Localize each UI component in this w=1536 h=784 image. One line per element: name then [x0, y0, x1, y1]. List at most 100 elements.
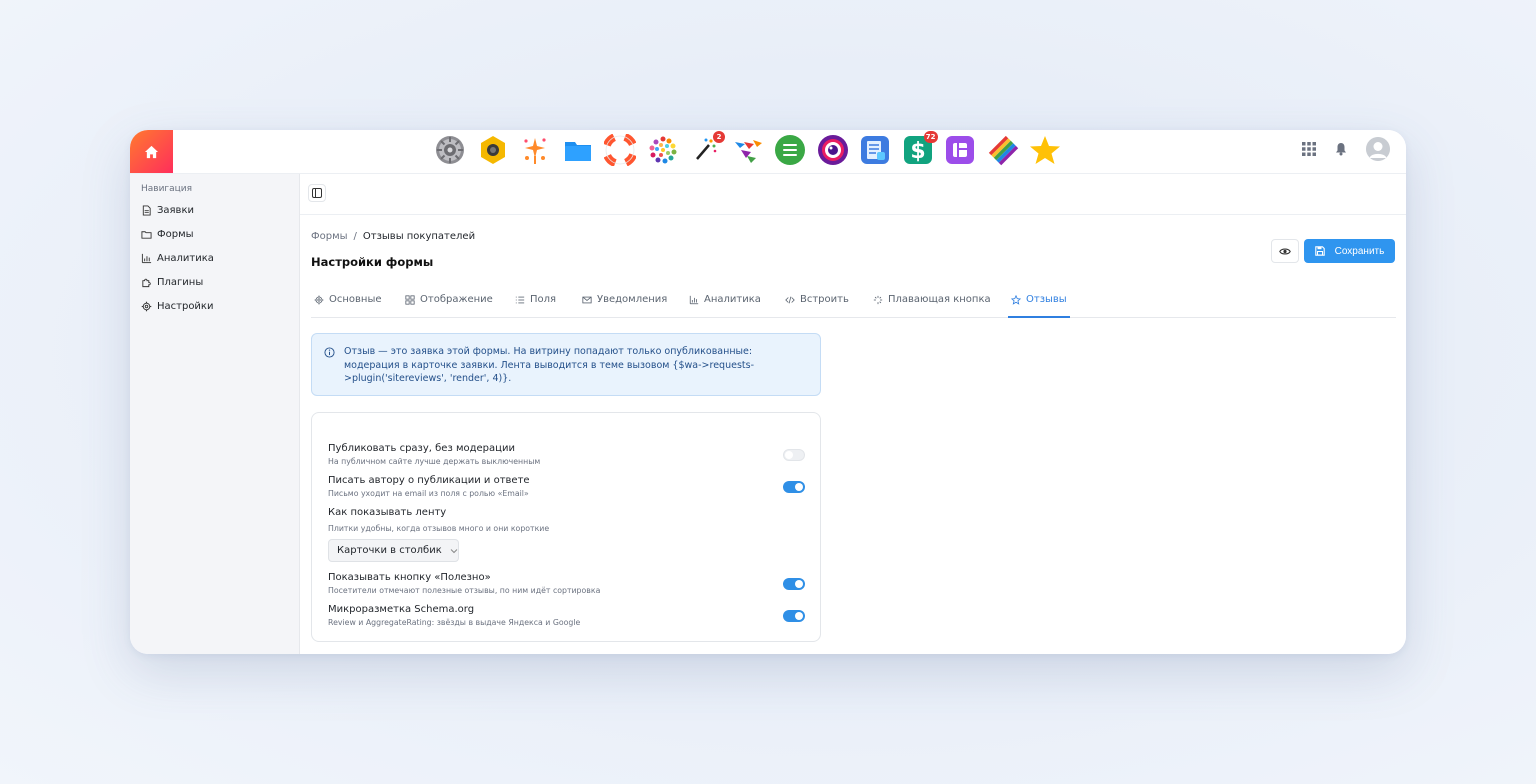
publish-desc: На публичном сайте лучше держать выключе… — [328, 457, 541, 466]
info-icon — [324, 347, 335, 358]
notify-toggle[interactable] — [783, 481, 805, 493]
tab-label: Поля — [530, 294, 557, 305]
breadcrumb: Формы / Отзывы покупателей — [311, 231, 475, 242]
save-button-label: Сохранить — [1334, 245, 1385, 257]
color-dots-app-icon[interactable] — [647, 134, 679, 166]
toggle-sidebar-button[interactable] — [308, 184, 326, 202]
tab-label: Встроить — [800, 294, 849, 305]
feed-title: Как показывать ленту — [328, 507, 447, 518]
chevron-down-icon — [450, 548, 458, 553]
tab-fields[interactable]: Поля — [515, 289, 556, 318]
hexagon-camera-app-icon[interactable] — [477, 134, 509, 166]
app-badge: 72 — [923, 131, 938, 143]
puzzle-icon — [142, 278, 151, 287]
sparkle-icon — [873, 295, 883, 305]
tab-label: Уведомления — [597, 294, 668, 305]
document-app-icon[interactable] — [859, 134, 891, 166]
tab-bar: Основные Отображение Поля Уведомления Ан… — [311, 289, 1396, 318]
tab-notifications[interactable]: Уведомления — [582, 289, 667, 318]
eye-icon — [1279, 247, 1291, 255]
gear-app-icon[interactable] — [434, 134, 466, 166]
folder-icon — [141, 230, 152, 239]
document-icon — [142, 204, 151, 216]
top-right-actions — [1302, 137, 1390, 161]
mail-icon — [582, 296, 592, 304]
sidebar-title: Навигация — [141, 184, 193, 194]
stripes-app-icon[interactable] — [987, 134, 1019, 166]
star-app-icon[interactable] — [1029, 134, 1061, 166]
app-window: 2 $ 72 Навигация Заявки Формы Аналитика … — [130, 130, 1406, 654]
tab-embed[interactable]: Встроить — [785, 289, 849, 318]
info-text: Отзыв — это заявка этой формы. На витрин… — [344, 346, 754, 384]
sidebar-item-label: Формы — [157, 228, 194, 240]
tab-analytics[interactable]: Аналитика — [689, 289, 761, 318]
breadcrumb-current: Отзывы покупателей — [362, 231, 476, 242]
feed-desc: Плитки удобны, когда отзывов много и они… — [328, 524, 550, 533]
sidebar-item-label: Заявки — [157, 204, 194, 216]
star-icon — [1011, 295, 1021, 305]
publish-toggle[interactable] — [783, 449, 805, 461]
tab-display[interactable]: Отображение — [405, 289, 493, 318]
tab-general[interactable]: Основные — [314, 289, 382, 318]
helpful-desc: Посетители отмечают полезные отзывы, по … — [328, 586, 601, 595]
sidebar-item-requests[interactable]: Заявки — [141, 202, 194, 218]
tab-floating-button[interactable]: Плавающая кнопка — [873, 289, 991, 318]
tab-label: Основные — [329, 294, 382, 305]
apps-grid-icon[interactable] — [1302, 142, 1316, 156]
gear-icon — [141, 301, 152, 311]
sidebar-item-settings[interactable]: Настройки — [141, 298, 213, 314]
sidebar-panel-icon — [312, 188, 322, 198]
info-alert: Отзыв — это заявка этой формы. На витрин… — [311, 333, 821, 396]
home-button[interactable] — [130, 130, 173, 173]
sidebar-item-label: Плагины — [157, 276, 204, 288]
sidebar-item-plugins[interactable]: Плагины — [141, 274, 203, 290]
helpful-toggle[interactable] — [783, 578, 805, 590]
schema-title: Микроразметка Schema.org — [328, 604, 475, 615]
grid-icon — [405, 295, 415, 305]
tab-reviews[interactable]: Отзывы — [1008, 289, 1070, 318]
helpful-title: Показывать кнопку «Полезно» — [328, 572, 491, 583]
lifebuoy-app-icon[interactable] — [604, 134, 636, 166]
sparkles-app-icon[interactable] — [519, 134, 551, 166]
svg-text:$: $ — [910, 139, 925, 164]
bell-icon[interactable] — [1334, 142, 1348, 156]
content-toolbar — [300, 174, 1406, 215]
save-icon — [1314, 246, 1325, 256]
code-icon — [785, 296, 795, 304]
avatar[interactable] — [1366, 137, 1390, 161]
save-button[interactable]: Сохранить — [1304, 239, 1395, 263]
preview-button[interactable] — [1271, 239, 1299, 263]
camera-lens-app-icon[interactable] — [817, 134, 849, 166]
home-icon — [144, 145, 159, 158]
app-badge: 2 — [713, 131, 725, 143]
tab-label: Аналитика — [704, 294, 761, 305]
layout-app-icon[interactable] — [944, 134, 976, 166]
feed-layout-select[interactable]: Карточки в столбик — [328, 539, 459, 562]
gear-icon — [314, 295, 324, 305]
notify-desc: Письмо уходит на email из поля с ролью «… — [328, 489, 529, 498]
magic-wand-app-icon[interactable]: 2 — [689, 131, 725, 166]
menu-list-app-icon[interactable] — [774, 134, 806, 166]
tab-label: Отображение — [420, 294, 493, 305]
schema-desc: Review и AggregateRating: звёзды в выдач… — [328, 618, 581, 627]
publish-title: Публиковать сразу, без модерации — [328, 443, 515, 454]
breadcrumb-separator: / — [353, 231, 357, 242]
page-title: Настройки формы — [311, 255, 434, 269]
sidebar-item-label: Настройки — [157, 300, 214, 312]
notify-title: Писать автору о публикации и ответе — [328, 475, 530, 486]
main-content: Формы / Отзывы покупателей Настройки фор… — [300, 174, 1406, 654]
folder-app-icon[interactable] — [562, 134, 594, 166]
breadcrumb-parent-link[interactable]: Формы — [311, 231, 348, 242]
schema-toggle[interactable] — [783, 610, 805, 622]
sidebar-item-forms[interactable]: Формы — [141, 226, 194, 242]
top-bar: 2 $ 72 — [130, 130, 1406, 174]
list-icon — [515, 296, 525, 304]
sidebar-item-analytics[interactable]: Аналитика — [141, 250, 214, 266]
dollar-app-icon[interactable]: $ 72 — [902, 131, 938, 166]
sidebar-item-label: Аналитика — [157, 252, 214, 264]
feed-layout-value: Карточки в столбик — [337, 545, 442, 556]
chart-icon — [141, 253, 152, 263]
review-settings-card: Публиковать сразу, без модерации На публ… — [311, 412, 821, 642]
paper-planes-app-icon[interactable] — [732, 134, 764, 166]
tab-label: Плавающая кнопка — [888, 294, 991, 305]
